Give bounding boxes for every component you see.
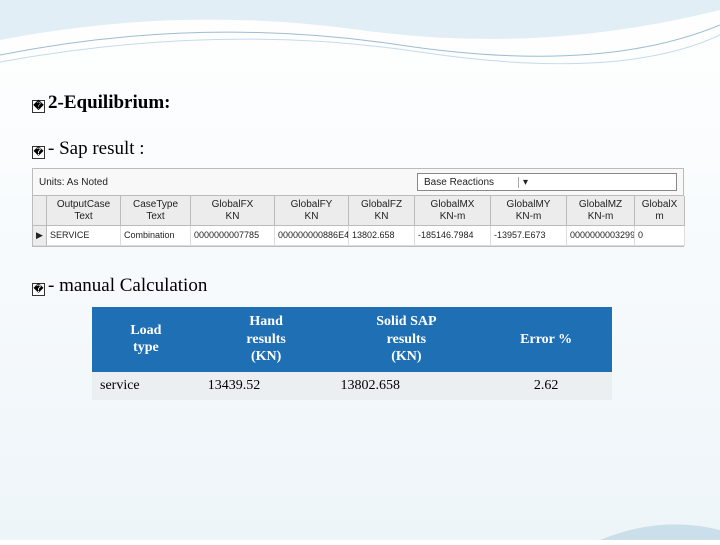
- th-error: Error %: [480, 307, 612, 372]
- cell-globalfy: 000000000886E4: [275, 226, 349, 246]
- col-outputcase: OutputCaseText: [47, 196, 121, 226]
- cell-globalx: 0: [635, 226, 685, 246]
- col-globalx: GlobalXm: [635, 196, 685, 226]
- sap-results-grid: OutputCaseText CaseTypeText GlobalFXKN G…: [33, 195, 683, 246]
- th-load-type: Load type: [92, 307, 200, 372]
- cell-globalmz: 0000000003299: [567, 226, 635, 246]
- cell-casetype: Combination: [121, 226, 191, 246]
- slide-bottom-decoration: [600, 510, 720, 540]
- th-sap-results: Solid SAP results (KN): [332, 307, 480, 372]
- bullet-glyph: �: [32, 146, 45, 159]
- cell-globalfx: 0000000007785: [191, 226, 275, 246]
- chevron-down-icon: ▾: [518, 177, 532, 188]
- bullet-glyph: �: [32, 283, 45, 296]
- units-label: Units: As Noted: [39, 177, 108, 188]
- col-globalmx: GlobalMXKN-m: [415, 196, 491, 226]
- comparison-table: Load type Hand results (KN) Solid SAP re…: [92, 307, 612, 400]
- cell-globalfz: 13802.658: [349, 226, 415, 246]
- slide-top-decoration: [0, 0, 720, 80]
- cell-hand-result: 13439.52: [200, 372, 333, 400]
- cell-load-type: service: [92, 372, 200, 400]
- table-header-row: Load type Hand results (KN) Solid SAP re…: [92, 307, 612, 372]
- cell-globalmx: -185146.7984: [415, 226, 491, 246]
- col-globalfy: GlobalFYKN: [275, 196, 349, 226]
- sap-result-heading: �- Sap result :: [32, 138, 688, 160]
- section-title: �2-Equilibrium:: [32, 92, 688, 114]
- table-row: service 13439.52 13802.658 2.62: [92, 372, 612, 400]
- sap-toolbar: Units: As Noted Base Reactions ▾: [33, 169, 683, 195]
- th-hand-results: Hand results (KN): [200, 307, 333, 372]
- col-casetype: CaseTypeText: [121, 196, 191, 226]
- cell-outputcase: SERVICE: [47, 226, 121, 246]
- cell-sap-result: 13802.658: [332, 372, 480, 400]
- cell-error: 2.62: [480, 372, 612, 400]
- col-rowhandle: [33, 196, 47, 226]
- cell-globalmy: -13957.E673: [491, 226, 567, 246]
- col-globalfx: GlobalFXKN: [191, 196, 275, 226]
- bullet-glyph: �: [32, 100, 45, 113]
- sap-output-window: Units: As Noted Base Reactions ▾ OutputC…: [32, 168, 684, 247]
- col-globalfz: GlobalFZKN: [349, 196, 415, 226]
- manual-calc-heading-text: - manual Calculation: [48, 275, 207, 296]
- row-handle-icon[interactable]: ▶: [33, 226, 47, 246]
- col-globalmy: GlobalMYKN-m: [491, 196, 567, 226]
- dropdown-value: Base Reactions: [424, 177, 514, 188]
- grid-data-row: ▶ SERVICE Combination 0000000007785 0000…: [33, 226, 683, 246]
- section-title-text: 2-Equilibrium:: [48, 92, 170, 113]
- manual-calc-heading: �- manual Calculation: [32, 275, 688, 297]
- grid-header-row: OutputCaseText CaseTypeText GlobalFXKN G…: [33, 196, 683, 226]
- sap-result-heading-text: - Sap result :: [48, 138, 145, 159]
- col-globalmz: GlobalMZKN-m: [567, 196, 635, 226]
- output-type-dropdown[interactable]: Base Reactions ▾: [417, 173, 677, 191]
